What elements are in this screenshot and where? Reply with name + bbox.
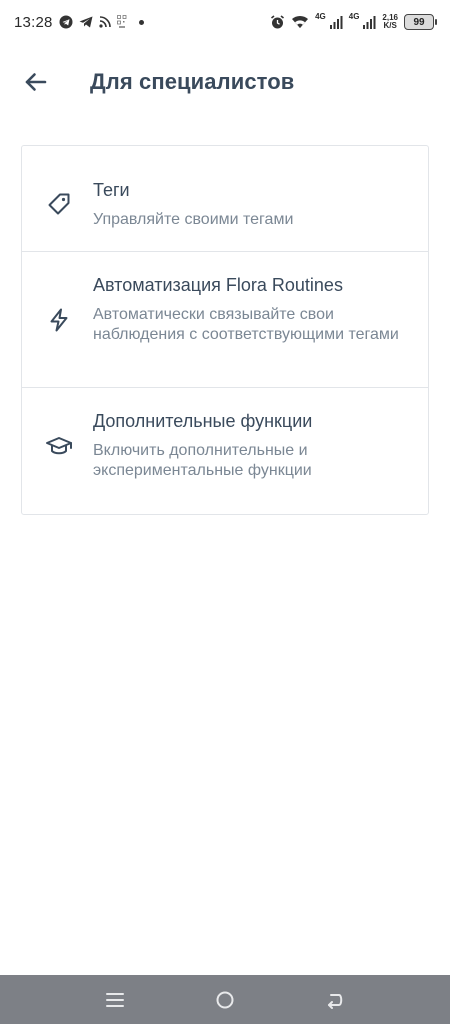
settings-item-advanced[interactable]: Дополнительные функции Включить дополнит… xyxy=(22,388,428,514)
status-right: 4G 4G 2,16 K/S 99 xyxy=(270,12,437,30)
settings-item-text: Автоматизация Flora Routines Автоматичес… xyxy=(93,252,428,345)
settings-item-automation[interactable]: Автоматизация Flora Routines Автоматичес… xyxy=(22,252,428,388)
arrow-left-icon xyxy=(25,73,47,91)
app-bar: Для специалистов xyxy=(0,54,450,110)
status-bar: 13:28 4G 4G 2,16 K/S 99 xyxy=(0,0,450,44)
settings-item-subtitle: Автоматически связывайте свои наблюдения… xyxy=(93,306,399,343)
tag-icon xyxy=(44,189,74,219)
settings-item-tags[interactable]: Теги Управляйте своими тегами xyxy=(22,146,428,252)
speed-unit: K/S xyxy=(383,21,397,30)
settings-item-title: Автоматизация Flora Routines xyxy=(93,275,343,295)
settings-item-text: Теги Управляйте своими тегами xyxy=(93,146,307,230)
qr-icon xyxy=(116,15,127,29)
page-title: Для специалистов xyxy=(90,69,295,94)
home-icon xyxy=(216,991,234,1008)
graduation-cap-icon xyxy=(44,431,74,461)
settings-item-text: Дополнительные функции Включить дополнит… xyxy=(93,388,428,481)
menu-icon xyxy=(106,992,124,1007)
battery-level: 99 xyxy=(413,16,425,28)
signal-icon-2 xyxy=(363,15,376,29)
alarm-icon xyxy=(270,14,285,30)
rss-icon xyxy=(98,16,111,28)
settings-item-subtitle: Включить дополнительные и эксперименталь… xyxy=(93,442,312,479)
settings-item-subtitle: Управляйте своими тегами xyxy=(93,211,294,228)
system-back-button[interactable] xyxy=(315,980,355,1020)
wifi-icon xyxy=(291,15,309,29)
home-button[interactable] xyxy=(205,980,245,1020)
signal-icon-1 xyxy=(329,15,343,29)
status-left: 13:28 xyxy=(14,14,144,31)
system-nav-bar xyxy=(0,975,450,1024)
status-time: 13:28 xyxy=(14,13,53,31)
network-speed: 2,16 K/S xyxy=(382,14,398,30)
network-type-1: 4G xyxy=(315,12,326,21)
back-icon xyxy=(328,993,343,1009)
battery-icon: 99 xyxy=(404,14,437,30)
lightning-icon xyxy=(44,305,74,335)
settings-item-title: Дополнительные функции xyxy=(93,411,313,431)
telegram-icon xyxy=(59,15,73,29)
network-type-2: 4G xyxy=(348,12,360,21)
recent-apps-button[interactable] xyxy=(95,980,135,1020)
screen: 13:28 4G 4G 2,16 K/S 99 Для специалистов… xyxy=(0,0,450,1024)
telegram-send-icon xyxy=(79,16,93,28)
back-button[interactable] xyxy=(12,58,60,106)
settings-card: Теги Управляйте своими тегами Автоматиза… xyxy=(21,145,429,515)
notification-dot xyxy=(138,19,144,25)
settings-item-title: Теги xyxy=(93,180,130,200)
